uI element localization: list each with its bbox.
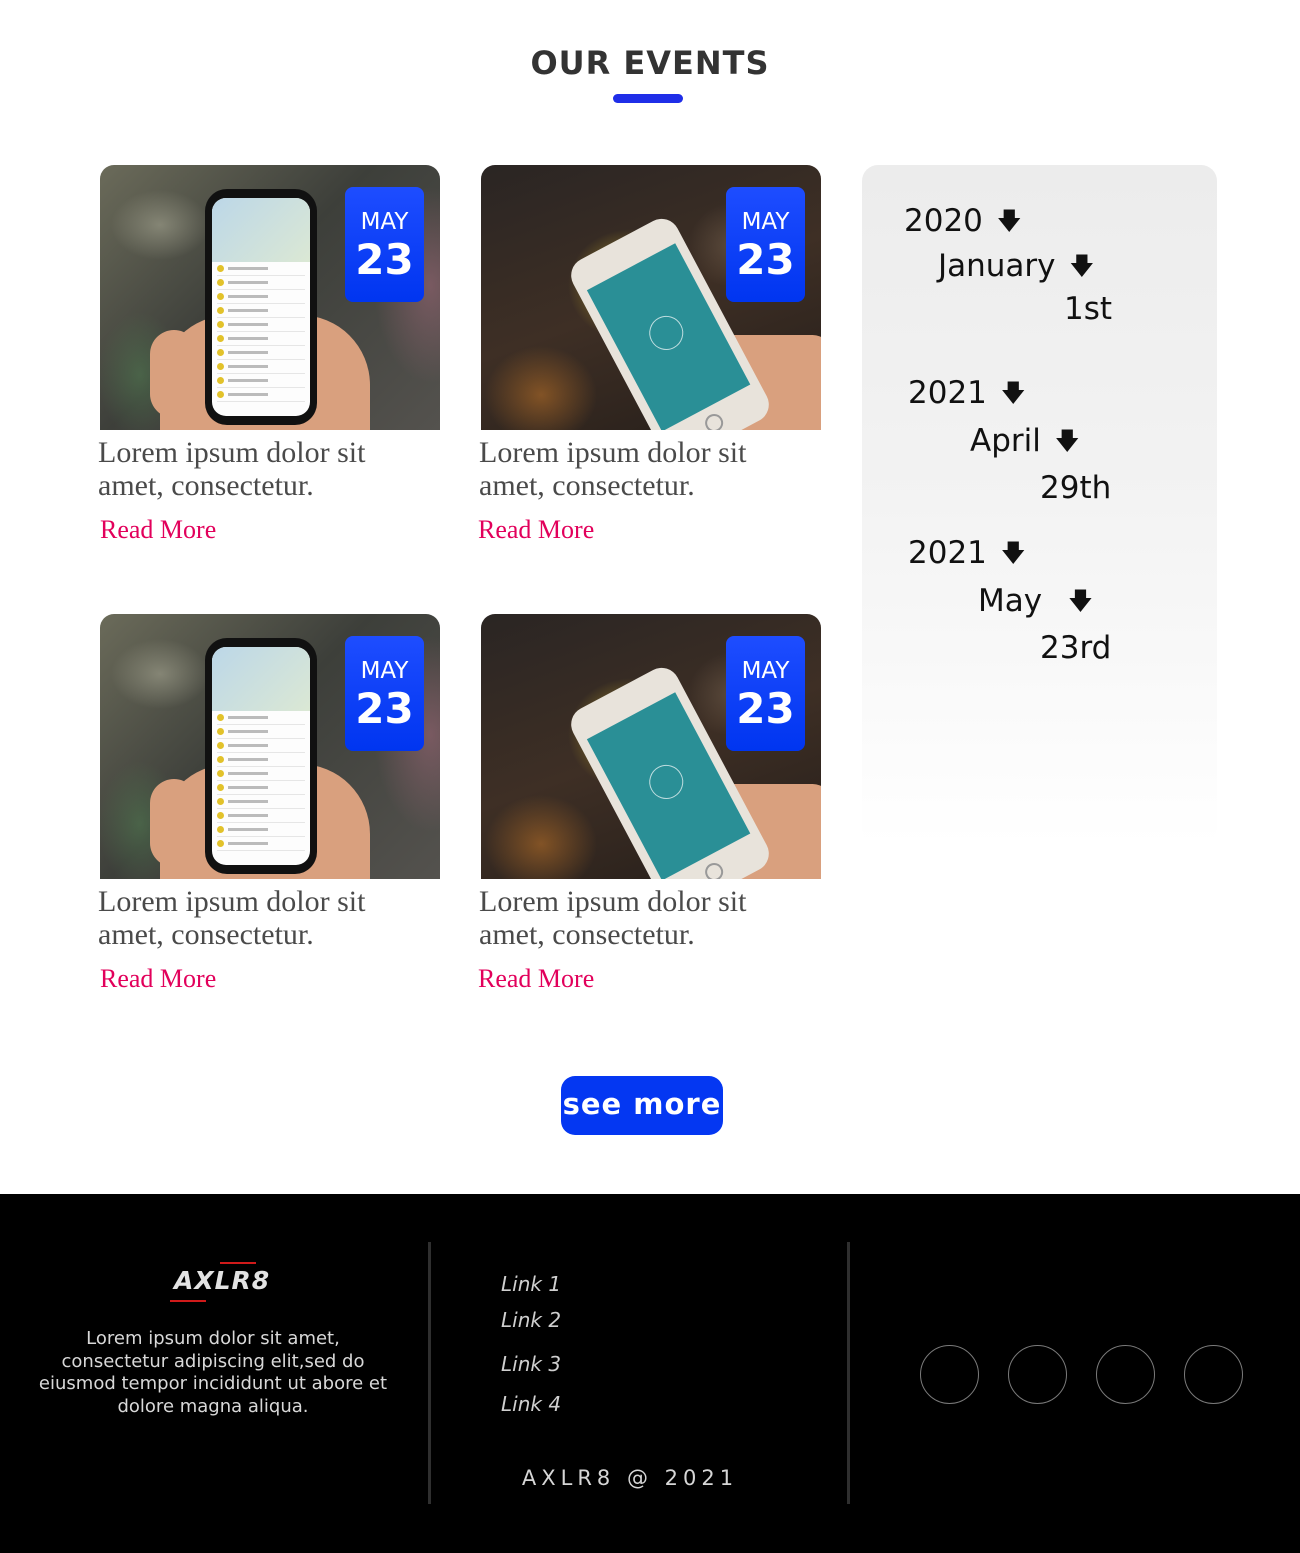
- footer-divider: [428, 1242, 431, 1504]
- read-more-link[interactable]: Read More: [100, 964, 216, 994]
- event-card: MAY 23 Lorem ipsum dolor sit amet, conse…: [98, 165, 440, 545]
- event-timeline: 2020 🡇 January 🡇 1st 2021 🡇 April 🡇 29th 202…: [862, 165, 1217, 845]
- footer-link-1[interactable]: Link 1: [501, 1272, 561, 1296]
- arrow-down-icon: 🡇: [1000, 379, 1026, 407]
- date-badge: MAY 23: [345, 187, 424, 302]
- timeline-day[interactable]: 1st: [1064, 291, 1112, 327]
- date-day: 23: [736, 235, 795, 284]
- social-icon[interactable]: [1184, 1345, 1243, 1404]
- section-title: OUR EVENTS: [530, 44, 770, 82]
- event-description: Lorem ipsum dolor sit amet, consectetur.: [98, 436, 366, 502]
- arrow-down-icon: 🡇: [1000, 539, 1026, 567]
- event-card: MAY 23 Lorem ipsum dolor sit amet, conse…: [478, 165, 821, 545]
- footer-link-3[interactable]: Link 3: [501, 1352, 561, 1376]
- event-image[interactable]: MAY 23: [100, 614, 440, 879]
- date-badge: MAY 23: [726, 187, 805, 302]
- event-card: MAY 23 Lorem ipsum dolor sit amet, conse…: [98, 614, 440, 994]
- event-image[interactable]: MAY 23: [100, 165, 440, 430]
- logo-line: [170, 1300, 206, 1302]
- arrow-down-icon: 🡇: [996, 207, 1022, 235]
- date-badge: MAY 23: [345, 636, 424, 751]
- footer-divider: [847, 1242, 850, 1504]
- event-image[interactable]: MAY 23: [481, 165, 821, 430]
- date-day: 23: [736, 684, 795, 733]
- arrow-down-icon: 🡇: [1068, 587, 1093, 615]
- social-icon[interactable]: [1096, 1345, 1155, 1404]
- timeline-day[interactable]: 23rd: [1040, 630, 1111, 666]
- arrow-down-icon: 🡇: [1054, 427, 1080, 455]
- event-card: MAY 23 Lorem ipsum dolor sit amet, conse…: [478, 614, 821, 994]
- footer: AXLR8 Lorem ipsum dolor sit amet, consec…: [0, 1194, 1300, 1553]
- footer-link-4[interactable]: Link 4: [501, 1392, 561, 1416]
- date-month: MAY: [360, 658, 409, 684]
- arrow-down-icon: 🡇: [1069, 252, 1095, 280]
- footer-description: Lorem ipsum dolor sit amet, consectetur …: [38, 1328, 388, 1417]
- brand-logo[interactable]: AXLR8: [170, 1262, 269, 1302]
- thumb-graphic: [150, 779, 198, 867]
- social-icon[interactable]: [920, 1345, 979, 1404]
- date-day: 23: [355, 235, 414, 284]
- event-description: Lorem ipsum dolor sit amet, consectetur.: [479, 436, 747, 502]
- event-description: Lorem ipsum dolor sit amet, consectetur.: [98, 885, 366, 951]
- phone-graphic: [205, 638, 317, 874]
- date-month: MAY: [741, 209, 790, 235]
- see-more-button[interactable]: see more: [561, 1076, 723, 1135]
- read-more-link[interactable]: Read More: [100, 515, 216, 545]
- date-badge: MAY 23: [726, 636, 805, 751]
- timeline-month[interactable]: January 🡇: [938, 248, 1094, 290]
- brand-name: AXLR8: [174, 1266, 271, 1295]
- phone-graphic: [205, 189, 317, 425]
- event-description: Lorem ipsum dolor sit amet, consectetur.: [479, 885, 747, 951]
- timeline-year[interactable]: 2020 🡇: [904, 203, 1022, 245]
- thumb-graphic: [150, 330, 198, 418]
- date-month: MAY: [360, 209, 409, 235]
- title-underline: [613, 94, 683, 103]
- copyright: AXLR8 @ 2021: [521, 1466, 739, 1490]
- social-icon[interactable]: [1008, 1345, 1067, 1404]
- read-more-link[interactable]: Read More: [478, 515, 594, 545]
- event-image[interactable]: MAY 23: [481, 614, 821, 879]
- timeline-year[interactable]: 2021 🡇: [908, 535, 1026, 577]
- timeline-day[interactable]: 29th: [1040, 470, 1111, 506]
- read-more-link[interactable]: Read More: [478, 964, 594, 994]
- date-day: 23: [355, 684, 414, 733]
- date-month: MAY: [741, 658, 790, 684]
- timeline-year[interactable]: 2021 🡇: [908, 375, 1026, 417]
- footer-link-2[interactable]: Link 2: [501, 1308, 561, 1332]
- logo-line: [220, 1262, 256, 1264]
- timeline-month[interactable]: May 🡇: [978, 583, 1093, 625]
- timeline-month[interactable]: April 🡇: [970, 423, 1080, 465]
